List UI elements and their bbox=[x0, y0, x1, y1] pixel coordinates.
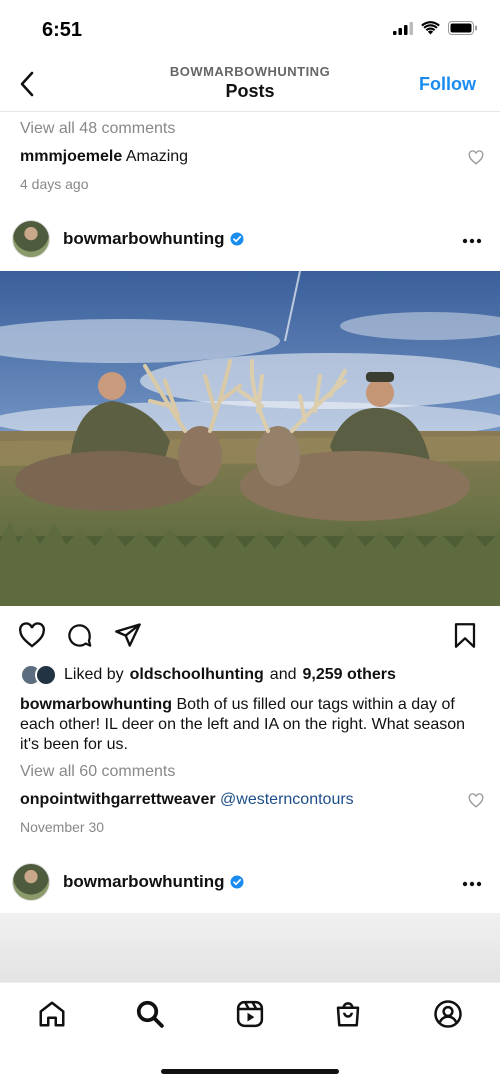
next-post-username-label: bowmarbowhunting bbox=[63, 872, 225, 891]
liked-by-prefix: Liked by bbox=[64, 666, 124, 683]
more-options-button[interactable] bbox=[462, 870, 482, 893]
verified-badge-icon bbox=[230, 875, 244, 889]
post-header: bowmarbowhunting bbox=[0, 211, 500, 271]
post-username[interactable]: bowmarbowhunting bbox=[63, 229, 244, 249]
comment-mention[interactable]: @westerncontours bbox=[220, 791, 354, 808]
more-options-button[interactable] bbox=[462, 227, 482, 250]
next-post-header: bowmarbowhunting bbox=[0, 854, 500, 914]
post-username-label: bowmarbowhunting bbox=[63, 229, 225, 248]
save-button[interactable] bbox=[453, 622, 477, 654]
liker-avatars bbox=[20, 664, 58, 686]
verified-badge-icon bbox=[230, 232, 244, 246]
liker-avatar bbox=[35, 664, 57, 686]
hunting-photo-image bbox=[0, 271, 500, 606]
battery-icon bbox=[448, 21, 477, 35]
tab-search[interactable] bbox=[133, 997, 167, 1031]
view-all-comments-link[interactable]: View all 60 comments bbox=[20, 763, 175, 781]
reels-icon bbox=[236, 1000, 264, 1028]
comment-username[interactable]: onpointwithgarrettweaver bbox=[20, 791, 216, 808]
send-icon bbox=[115, 623, 141, 647]
like-button[interactable] bbox=[18, 622, 46, 653]
tab-reels[interactable] bbox=[233, 997, 267, 1031]
home-icon bbox=[39, 1001, 65, 1027]
post-caption: bowmarbowhunting Both of us filled our t… bbox=[20, 695, 480, 755]
profile-icon bbox=[434, 1000, 462, 1028]
shop-icon bbox=[336, 1002, 360, 1027]
status-time: 6:51 bbox=[42, 19, 83, 41]
caption-username[interactable]: bowmarbowhunting bbox=[20, 696, 172, 713]
heart-icon bbox=[468, 150, 484, 165]
post-timestamp: November 30 bbox=[20, 819, 105, 835]
comment: mmmjoemele Amazing bbox=[20, 148, 188, 166]
heart-icon bbox=[19, 622, 45, 648]
comment-timestamp: 4 days ago bbox=[20, 176, 89, 192]
comment-button[interactable] bbox=[66, 622, 93, 654]
share-button[interactable] bbox=[114, 622, 142, 653]
liked-by-user[interactable]: oldschoolhunting bbox=[130, 666, 264, 684]
comment-like-button[interactable] bbox=[468, 793, 484, 813]
follow-button[interactable]: Follow bbox=[419, 74, 476, 95]
next-post-username[interactable]: bowmarbowhunting bbox=[63, 872, 244, 892]
liked-by-and: and bbox=[269, 666, 297, 683]
comment-username[interactable]: mmmjoemele bbox=[20, 148, 122, 165]
tab-home[interactable] bbox=[35, 997, 69, 1031]
search-icon bbox=[136, 1000, 164, 1028]
post-actions bbox=[0, 606, 500, 664]
comment-bubble-icon bbox=[68, 624, 92, 647]
wifi-icon bbox=[421, 21, 440, 35]
next-post-photo[interactable] bbox=[0, 913, 500, 982]
bottom-tab-bar bbox=[0, 982, 500, 1083]
status-icons bbox=[393, 21, 478, 35]
nav-header: BOWMARBOWHUNTING Posts Follow bbox=[0, 58, 500, 112]
liked-by-others[interactable]: 9,259 others bbox=[303, 666, 396, 684]
comment-text: Amazing bbox=[125, 148, 189, 165]
likes-summary[interactable]: Liked by oldschoolhunting and 9,259 othe… bbox=[20, 664, 396, 686]
heart-icon bbox=[468, 793, 484, 808]
signal-icon bbox=[393, 21, 413, 35]
status-bar: 6:51 bbox=[0, 0, 500, 58]
avatar[interactable] bbox=[12, 863, 50, 901]
ellipsis-icon bbox=[462, 881, 482, 887]
ellipsis-icon bbox=[462, 238, 482, 244]
comment: onpointwithgarrettweaver @westerncontour… bbox=[20, 791, 354, 809]
bookmark-icon bbox=[454, 623, 476, 648]
comment-like-button[interactable] bbox=[468, 150, 484, 170]
tab-profile[interactable] bbox=[431, 997, 465, 1031]
home-indicator[interactable] bbox=[161, 1069, 339, 1074]
post-photo[interactable] bbox=[0, 271, 500, 606]
tab-shop[interactable] bbox=[331, 997, 365, 1031]
avatar[interactable] bbox=[12, 220, 50, 258]
view-all-comments-link[interactable]: View all 48 comments bbox=[20, 120, 175, 138]
